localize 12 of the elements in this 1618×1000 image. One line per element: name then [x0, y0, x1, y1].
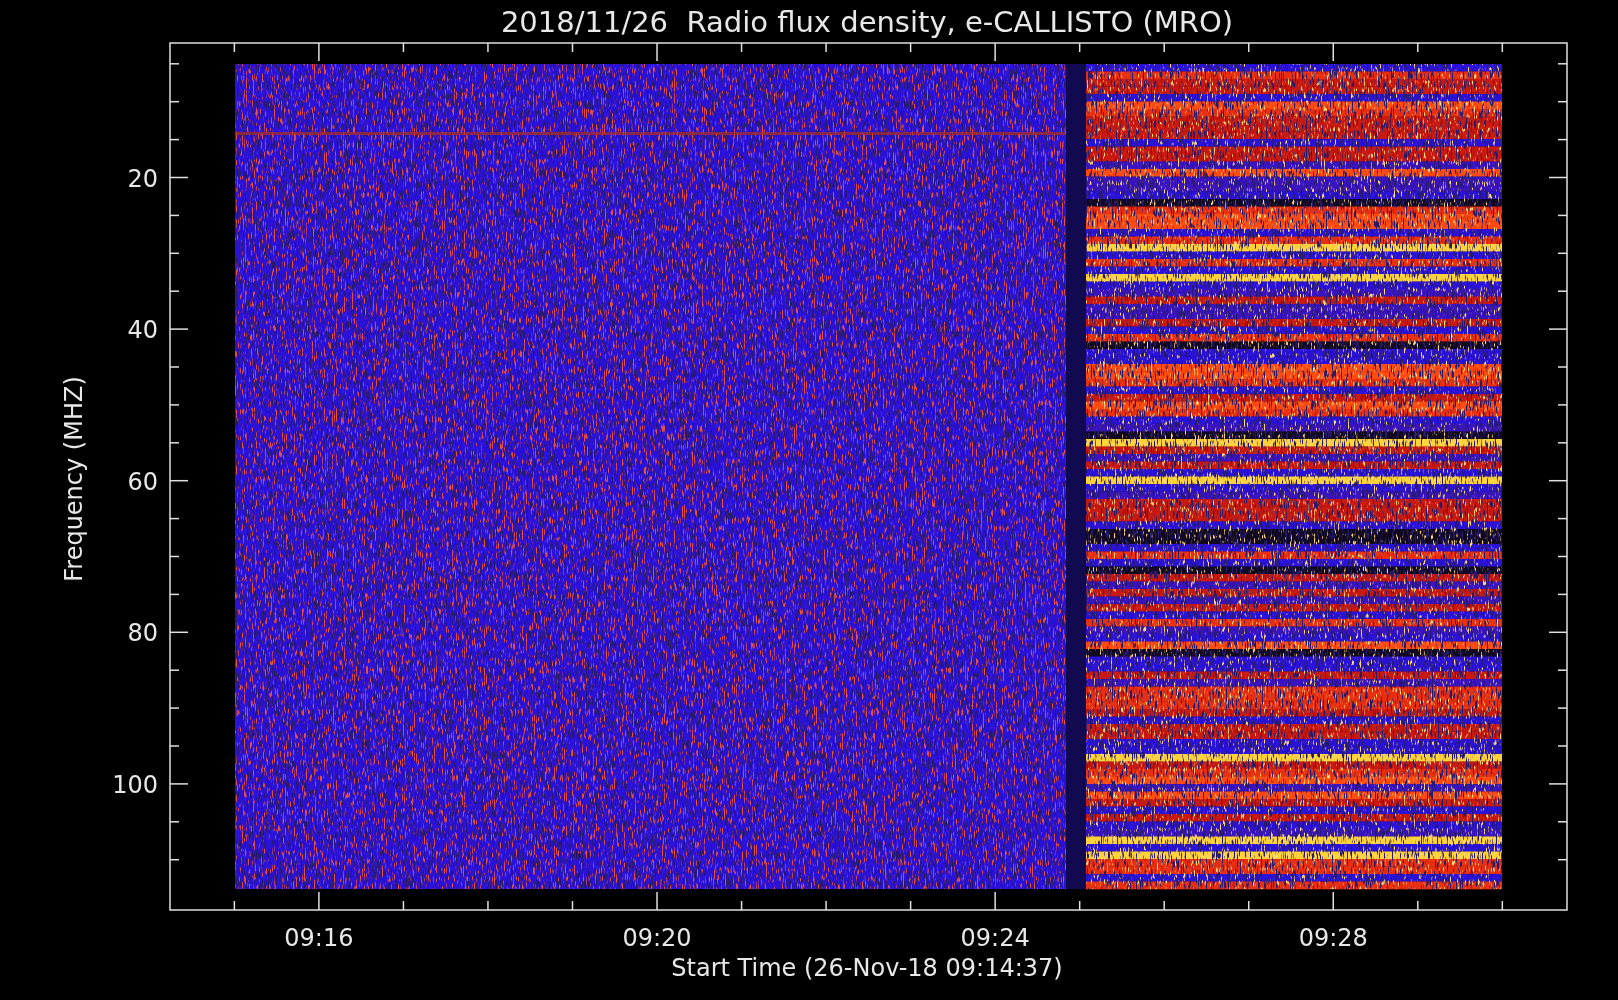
tick-label: 80 — [127, 619, 158, 648]
tick-label: 20 — [127, 164, 158, 193]
tick-label: 09:24 — [960, 924, 1030, 952]
chart-title: 2018/11/26 Radio flux density, e-CALLISTO (MRO) — [500, 5, 1234, 39]
tick-label: 100 — [112, 770, 158, 799]
tick-label: 09:28 — [1298, 924, 1368, 952]
tick-label: 60 — [127, 467, 158, 496]
tick-label: 09:16 — [284, 924, 354, 952]
tick-label: 09:20 — [622, 924, 692, 952]
tick-label: 40 — [127, 316, 158, 345]
axis-title: Frequency (MHZ) — [60, 376, 88, 582]
axis-title: Start Time (26-Nov-18 09:14:37) — [671, 954, 1063, 982]
